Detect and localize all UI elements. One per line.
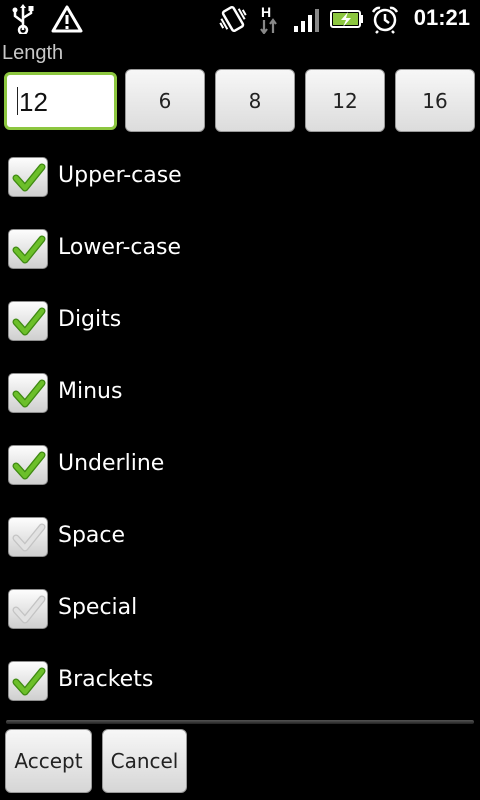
option-label-space: Space bbox=[58, 523, 126, 548]
option-label-special: Special bbox=[58, 595, 138, 620]
accept-button[interactable]: Accept bbox=[5, 729, 92, 793]
checkmark-icon bbox=[12, 379, 46, 408]
signal-icon bbox=[294, 9, 319, 32]
option-label-underline: Underline bbox=[58, 451, 165, 476]
length-preset-8-button[interactable]: 8 bbox=[215, 69, 295, 132]
svg-text:H: H bbox=[261, 4, 271, 20]
length-preset-12-button[interactable]: 12 bbox=[305, 69, 385, 132]
option-row-underline[interactable]: Underline bbox=[0, 429, 480, 501]
option-label-upper-case: Upper-case bbox=[58, 163, 182, 188]
battery-charging-icon bbox=[330, 10, 363, 28]
option-row-digits[interactable]: Digits bbox=[0, 285, 480, 357]
checkmark-inactive-icon bbox=[12, 595, 46, 624]
status-bar: H 01:21 bbox=[0, 0, 480, 38]
checkmark-icon bbox=[12, 451, 46, 480]
option-label-lower-case: Lower-case bbox=[58, 235, 182, 260]
length-preset-6-button[interactable]: 6 bbox=[125, 69, 205, 132]
option-row-space[interactable]: Space bbox=[0, 501, 480, 573]
checkbox-underline[interactable] bbox=[8, 445, 48, 485]
cancel-button[interactable]: Cancel bbox=[102, 729, 187, 793]
usb-icon bbox=[12, 4, 34, 34]
checkbox-lower-case[interactable] bbox=[8, 229, 48, 269]
checkbox-brackets[interactable] bbox=[8, 661, 48, 701]
checkbox-special[interactable] bbox=[8, 589, 48, 629]
text-cursor bbox=[17, 87, 18, 115]
option-row-minus[interactable]: Minus bbox=[0, 357, 480, 429]
option-label-digits: Digits bbox=[58, 307, 122, 332]
checkbox-upper-case[interactable] bbox=[8, 157, 48, 197]
option-row-special[interactable]: Special bbox=[0, 573, 480, 645]
vibrate-icon bbox=[219, 5, 247, 33]
option-label-minus: Minus bbox=[58, 379, 123, 404]
checkmark-icon bbox=[12, 667, 46, 696]
option-row-brackets[interactable]: Brackets bbox=[0, 645, 480, 717]
checkmark-icon bbox=[12, 307, 46, 336]
checkbox-digits[interactable] bbox=[8, 301, 48, 341]
option-row-upper-case[interactable]: Upper-case bbox=[0, 141, 480, 213]
checkmark-icon bbox=[12, 163, 46, 192]
checkmark-icon bbox=[12, 235, 46, 264]
length-label: Length bbox=[2, 42, 64, 64]
alarm-icon bbox=[371, 6, 399, 34]
option-row-lower-case[interactable]: Lower-case bbox=[0, 213, 480, 285]
warning-icon bbox=[51, 5, 83, 33]
length-input[interactable]: 12 bbox=[4, 72, 117, 130]
option-label-brackets: Brackets bbox=[58, 667, 154, 692]
length-input-value: 12 bbox=[19, 87, 48, 117]
checkmark-inactive-icon bbox=[12, 523, 46, 552]
hspa-data-icon: H bbox=[260, 4, 277, 34]
bottom-button-bar: Accept Cancel bbox=[0, 724, 480, 800]
length-preset-16-button[interactable]: 16 bbox=[395, 69, 475, 132]
checkbox-minus[interactable] bbox=[8, 373, 48, 413]
checkbox-space[interactable] bbox=[8, 517, 48, 557]
clock-time: 01:21 bbox=[413, 5, 470, 30]
